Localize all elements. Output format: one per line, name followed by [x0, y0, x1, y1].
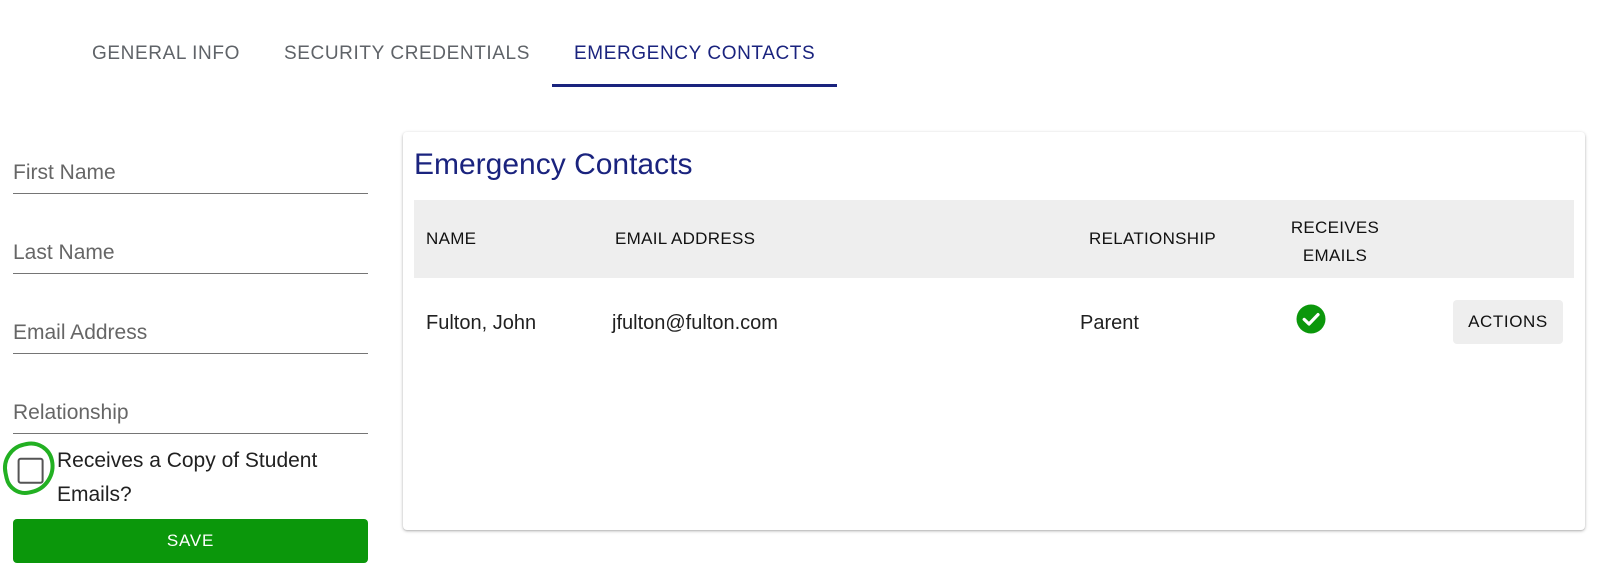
- first-name-field-wrap: [13, 130, 368, 210]
- column-header-receives-emails: RECEIVES EMAILS: [1280, 214, 1390, 270]
- cell-relationship: Parent: [1080, 312, 1139, 334]
- tab-emergency-contacts[interactable]: EMERGENCY CONTACTS: [552, 28, 838, 87]
- contacts-table: NAME EMAIL ADDRESS RELATIONSHIP RECEIVES…: [414, 200, 1574, 368]
- checkbox-highlight-circle: [0, 437, 60, 499]
- column-header-receives-line1: RECEIVES: [1290, 218, 1380, 237]
- relationship-field[interactable]: [13, 392, 368, 434]
- column-header-name: NAME: [426, 229, 477, 248]
- first-name-field[interactable]: [13, 152, 368, 194]
- save-button[interactable]: SAVE: [13, 519, 368, 563]
- last-name-field-wrap: [13, 210, 368, 290]
- column-header-email: EMAIL ADDRESS: [615, 229, 756, 248]
- tab-security-credentials[interactable]: SECURITY CREDENTIALS: [262, 28, 552, 87]
- receives-copy-checkbox[interactable]: [17, 457, 44, 484]
- last-name-field[interactable]: [13, 232, 368, 274]
- relationship-field-wrap: [13, 370, 368, 450]
- table-row: Fulton, John jfulton@fulton.com Parent A…: [414, 278, 1574, 368]
- contact-form: Receives a Copy of Student Emails? SAVE: [0, 130, 368, 563]
- emergency-contacts-card: Emergency Contacts NAME EMAIL ADDRESS RE…: [403, 132, 1585, 530]
- actions-button[interactable]: ACTIONS: [1453, 300, 1563, 344]
- email-field[interactable]: [13, 312, 368, 354]
- check-circle-icon: [1296, 304, 1326, 334]
- tab-general-info[interactable]: GENERAL INFO: [70, 28, 262, 87]
- column-header-relationship: RELATIONSHIP: [1089, 229, 1217, 248]
- cell-name: Fulton, John: [426, 312, 537, 334]
- tab-bar: GENERAL INFO SECURITY CREDENTIALS EMERGE…: [70, 28, 838, 87]
- column-header-receives-line2: EMAILS: [1302, 246, 1368, 265]
- email-field-wrap: [13, 290, 368, 370]
- receives-copy-label: Receives a Copy of Student Emails?: [57, 449, 318, 506]
- table-header: NAME EMAIL ADDRESS RELATIONSHIP RECEIVES…: [414, 200, 1574, 278]
- receives-copy-row: Receives a Copy of Student Emails?: [0, 437, 368, 506]
- cell-email: jfulton@fulton.com: [612, 312, 778, 334]
- card-title: Emergency Contacts: [414, 148, 693, 181]
